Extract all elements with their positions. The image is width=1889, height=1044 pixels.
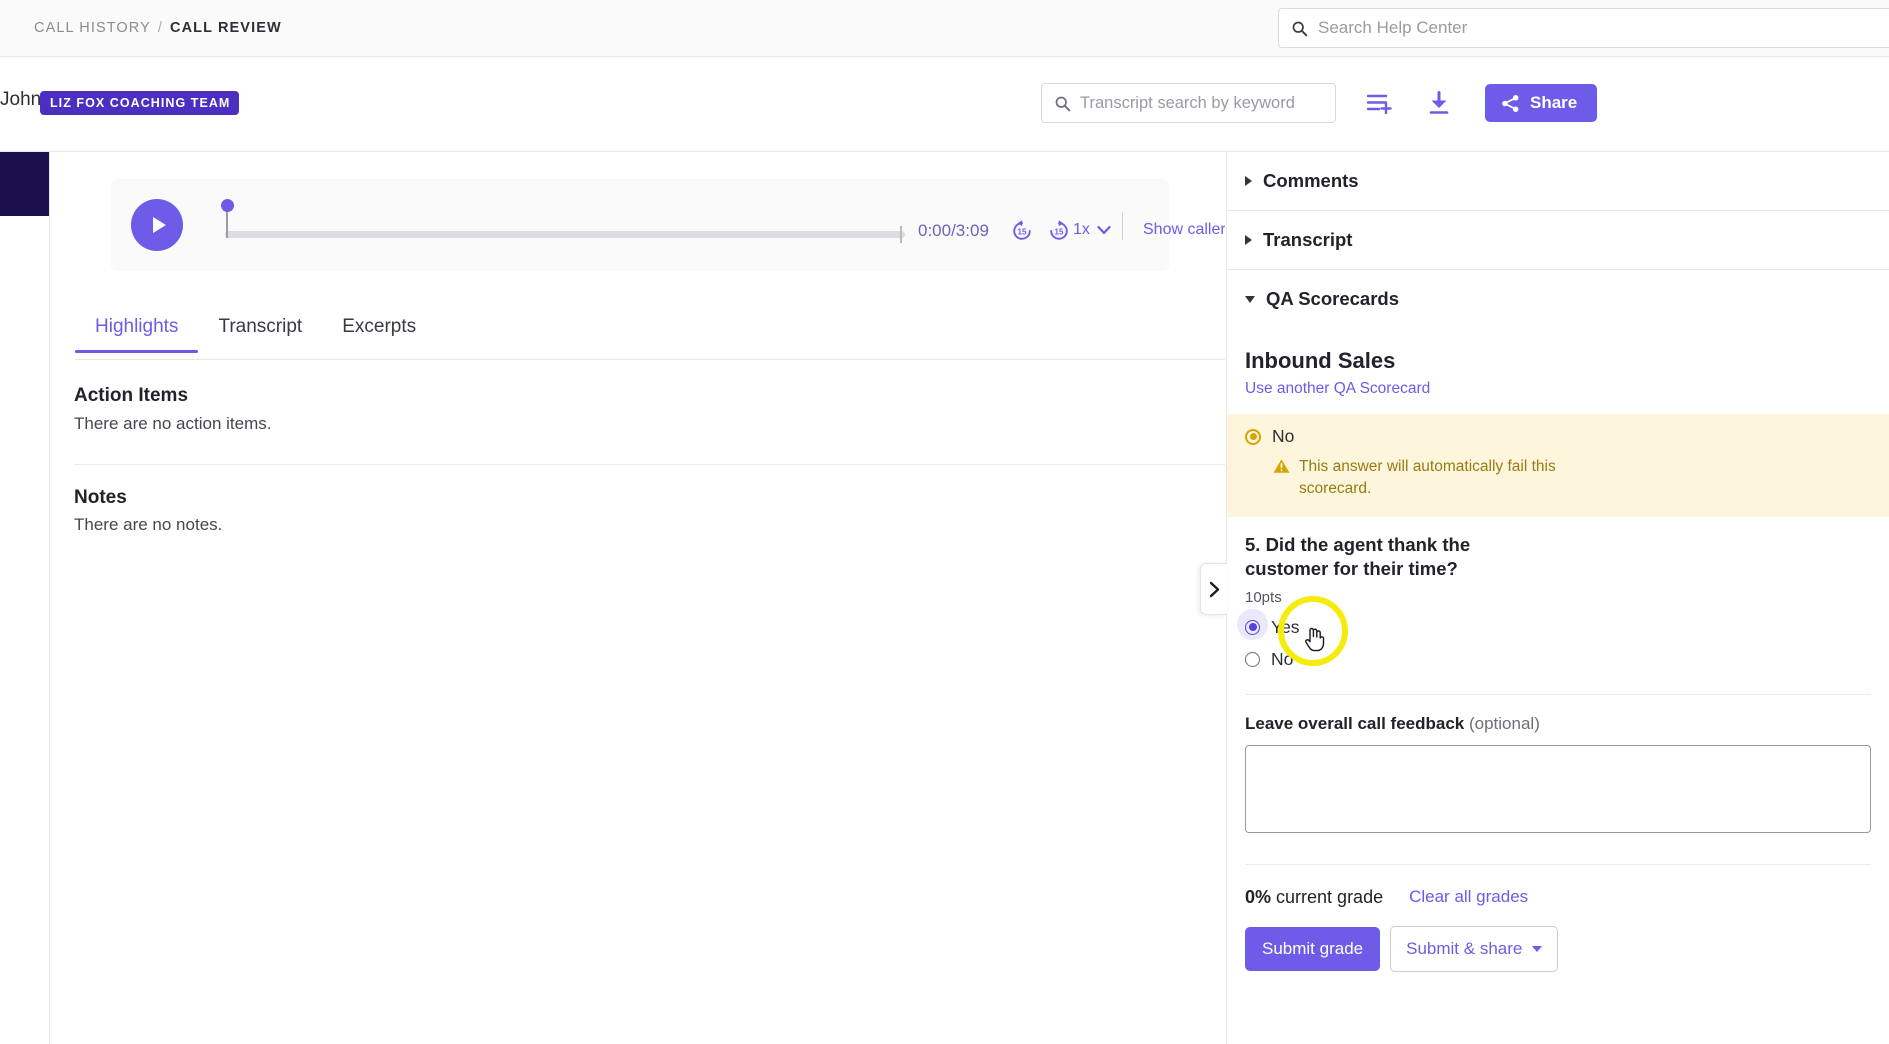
use-another-scorecard-link[interactable]: Use another QA Scorecard (1227, 374, 1889, 414)
chevron-right-icon (1209, 581, 1219, 597)
svg-text:15: 15 (1055, 227, 1064, 236)
breadcrumb-separator: / (157, 20, 164, 36)
team-badge[interactable]: LIZ FOX COACHING TEAM (40, 91, 240, 115)
submit-button-row: Submit grade Submit & share (1227, 908, 1889, 972)
current-grade-suffix: current grade (1276, 886, 1384, 907)
share-button[interactable]: Share (1485, 84, 1598, 122)
question-title: 5. Did the agent thank the customer for … (1245, 533, 1471, 580)
accordion-transcript-label: Transcript (1263, 229, 1353, 250)
clear-all-grades-link[interactable]: Clear all grades (1409, 887, 1528, 907)
question-block: 5. Did the agent thank the customer for … (1227, 517, 1889, 670)
show-callers-link[interactable]: Show callers (1143, 221, 1225, 239)
help-search-input[interactable]: Search Help Center (1278, 8, 1889, 48)
warning-triangle-icon (1273, 459, 1290, 473)
progress-track[interactable] (225, 231, 905, 238)
current-grade-percent: 0% (1245, 886, 1272, 907)
audio-player: 0:00/3:09 15 15 1x Show callers (110, 179, 1225, 271)
play-icon (152, 217, 166, 233)
submit-grade-button[interactable]: Submit grade (1245, 926, 1381, 971)
tab-transcript[interactable]: Transcript (198, 316, 322, 352)
question-option-yes-label: Yes (1271, 616, 1300, 637)
share-button-label: Share (1530, 93, 1578, 112)
grade-row: 0% current grade Clear all grades (1227, 865, 1889, 908)
right-sidebar: Comments Transcript QA Scorecards Inboun… (1226, 152, 1889, 1044)
triangle-right-icon (1245, 235, 1252, 245)
accordion-comments-label: Comments (1263, 170, 1359, 191)
search-icon (1292, 21, 1308, 36)
focus-ring (1237, 608, 1268, 640)
skip-back-15-icon[interactable]: 15 (1010, 219, 1034, 243)
feedback-label: Leave overall call feedback (optional) (1227, 695, 1889, 734)
player-divider (1122, 212, 1123, 240)
search-icon (1055, 96, 1071, 111)
radio-selected-icon[interactable] (1245, 428, 1261, 445)
transcript-search-placeholder: Transcript search by keyword (1080, 93, 1295, 112)
skip-forward-15-icon[interactable]: 15 (1047, 219, 1071, 243)
scorecard-name: Inbound Sales (1245, 348, 1396, 373)
notes-title: Notes (74, 487, 127, 508)
left-nav-rail[interactable] (0, 152, 49, 216)
chevron-down-icon (1097, 225, 1111, 235)
content-tabs: Highlights Transcript Excerpts (75, 316, 1225, 360)
action-items-empty-text: There are no action items. (74, 414, 272, 433)
help-search-placeholder: Search Help Center (1318, 18, 1468, 37)
submit-and-share-button[interactable]: Submit & share (1390, 925, 1559, 972)
feedback-textarea[interactable] (1245, 744, 1871, 833)
submit-and-share-label: Submit & share (1406, 938, 1523, 958)
feedback-label-bold: Leave overall call feedback (1245, 713, 1465, 733)
radio-no[interactable] (1245, 651, 1260, 667)
triangle-right-icon (1245, 176, 1252, 186)
accordion-comments[interactable]: Comments (1227, 152, 1889, 211)
player-time: 0:00/3:09 (918, 221, 989, 240)
breadcrumb-parent[interactable]: CALL HISTORY (34, 20, 151, 36)
question-option-no[interactable]: No (1245, 649, 1871, 670)
playback-speed-selector[interactable]: 1x (1073, 221, 1111, 239)
breadcrumb: CALL HISTORY / CALL REVIEW (34, 20, 282, 36)
accordion-qa-scorecards[interactable]: QA Scorecards (1227, 270, 1889, 328)
caret-down-icon (1532, 945, 1543, 952)
call-header-bar: John LIZ FOX COACHING TEAM Transcript se… (0, 57, 1889, 152)
main-content: 0:00/3:09 15 15 1x Show callers Highligh… (50, 152, 1225, 1044)
svg-text:15: 15 (1018, 227, 1027, 236)
notes-empty-text: There are no notes. (74, 515, 223, 534)
triangle-down-icon (1245, 295, 1255, 303)
play-button[interactable] (131, 199, 183, 251)
playlist-add-icon[interactable] (1362, 85, 1398, 121)
failing-answer-label: No (1272, 426, 1295, 446)
sidebar-collapse-button[interactable] (1200, 563, 1227, 615)
tab-excerpts[interactable]: Excerpts (322, 316, 436, 352)
failing-answer-warning-text: This answer will automatically fail this… (1299, 458, 1556, 498)
download-icon[interactable] (1421, 85, 1457, 121)
track-end-marker (900, 226, 902, 243)
failing-answer-block: No This answer will automatically fail t… (1227, 414, 1889, 517)
agent-name: John (0, 89, 42, 110)
question-option-no-label: No (1271, 648, 1294, 669)
tab-highlights[interactable]: Highlights (75, 316, 199, 353)
question-option-yes[interactable]: Yes (1237, 608, 1871, 640)
failing-answer-warning: This answer will automatically fail this… (1273, 456, 1583, 501)
question-points: 10pts (1245, 588, 1282, 606)
feedback-label-optional: (optional) (1468, 713, 1540, 733)
transcript-search-input[interactable]: Transcript search by keyword (1041, 83, 1336, 123)
action-items-title: Action Items (74, 385, 189, 406)
scrubber-handle[interactable] (221, 199, 234, 212)
current-grade: 0% current grade (1245, 887, 1383, 908)
breadcrumb-current: CALL REVIEW (170, 20, 282, 36)
accordion-qa-scorecards-label: QA Scorecards (1266, 288, 1399, 309)
share-icon (1502, 94, 1519, 112)
playback-speed-value: 1x (1073, 221, 1090, 238)
section-divider (74, 464, 1225, 465)
accordion-transcript[interactable]: Transcript (1227, 211, 1889, 270)
failing-answer-option[interactable]: No (1245, 426, 1871, 447)
